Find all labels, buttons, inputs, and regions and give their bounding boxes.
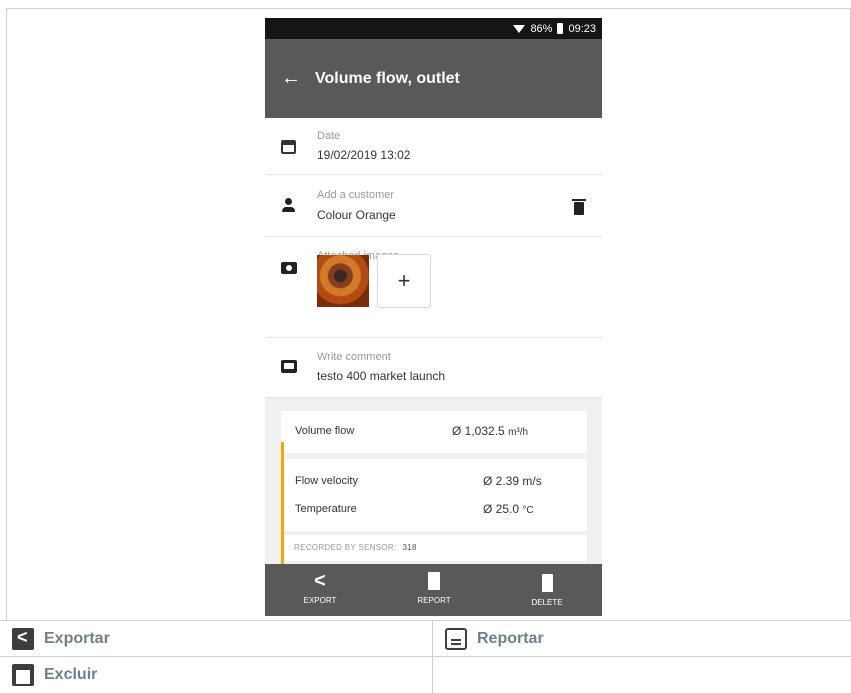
flow-velocity-label: Flow velocity — [295, 475, 358, 487]
person-icon — [281, 197, 297, 213]
date-row[interactable]: Date 19/02/2019 13:02 — [265, 118, 602, 175]
recorded-by-sensor: RECORDED BY SENSOR: 318 — [294, 543, 417, 552]
bottom-action-bar: EXPORT REPORT DELETE — [265, 564, 602, 616]
delete-button[interactable]: DELETE — [517, 572, 577, 607]
customer-label: Add a customer — [317, 189, 395, 201]
page-title: Volume flow, outlet — [315, 69, 460, 87]
trash-icon — [12, 664, 34, 686]
sensor-card[interactable]: Flow velocity Ø 2.39 m/s Temperature Ø 2… — [281, 459, 587, 531]
legend-excluir: Excluir — [0, 657, 433, 693]
trash-icon[interactable] — [572, 199, 586, 215]
add-image-button[interactable]: + — [377, 254, 431, 308]
attached-image-thumbnail[interactable] — [317, 255, 369, 307]
volume-flow-card[interactable]: Volume flow Ø 1,032.5 m³/h — [281, 411, 587, 453]
report-button[interactable]: REPORT — [404, 572, 464, 605]
attached-images-row: Attached images — [265, 237, 602, 338]
export-label: EXPORT — [303, 596, 337, 605]
trash-icon — [541, 574, 553, 592]
battery-icon — [557, 23, 564, 34]
comment-value: testo 400 market launch — [317, 369, 446, 383]
phone-screen: 86% 09:23 ← Volume flow, outlet Date 19/… — [265, 18, 602, 616]
app-bar: ← Volume flow, outlet — [265, 39, 602, 118]
arrow-left-icon[interactable]: ← — [281, 67, 315, 90]
comment-label: Write comment — [317, 351, 391, 363]
legend-table: Exportar Reportar Excluir — [0, 620, 851, 693]
date-value: 19/02/2019 13:02 — [317, 148, 411, 162]
temperature-label: Temperature — [295, 503, 357, 515]
document-icon — [428, 572, 440, 590]
legend-excluir-label: Excluir — [44, 666, 98, 683]
comment-row[interactable]: Write comment testo 400 market launch — [265, 338, 602, 398]
status-bar: 86% 09:23 — [265, 18, 602, 39]
sensor-accent-bar — [281, 442, 284, 572]
legend-exportar-label: Exportar — [44, 629, 110, 647]
customer-value: Colour Orange — [317, 208, 396, 222]
comment-icon — [281, 360, 297, 373]
customer-row[interactable]: Add a customer Colour Orange — [265, 175, 602, 237]
share-icon — [12, 627, 34, 650]
wifi-icon — [513, 24, 526, 33]
date-label: Date — [317, 130, 341, 142]
temperature-value: Ø 25.0 °C — [483, 502, 534, 516]
legend-exportar: Exportar — [0, 621, 433, 657]
camera-icon — [281, 262, 297, 274]
status-time: 09:23 — [568, 22, 596, 35]
legend-reportar: Reportar — [433, 621, 851, 657]
volume-flow-value: Ø 1,032.5 m³/h — [452, 424, 529, 438]
volume-flow-label: Volume flow — [295, 425, 355, 437]
legend-empty-cell — [433, 657, 851, 693]
share-icon — [290, 572, 350, 590]
export-button[interactable]: EXPORT — [290, 572, 350, 605]
document-icon — [445, 627, 467, 650]
battery-percent: 86% — [530, 22, 553, 35]
report-label: REPORT — [417, 596, 451, 605]
flow-velocity-value: Ø 2.39 m/s — [483, 474, 542, 488]
delete-label: DELETE — [531, 598, 563, 607]
legend-reportar-label: Reportar — [477, 629, 544, 647]
calendar-icon — [281, 140, 296, 154]
